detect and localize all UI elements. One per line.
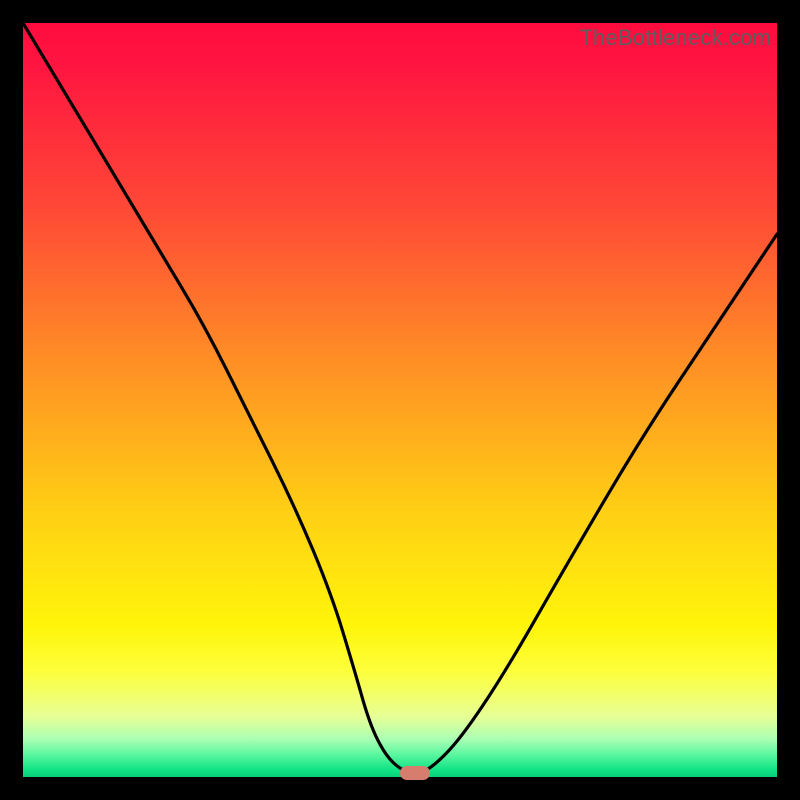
curve-path bbox=[23, 23, 777, 772]
chart-frame: TheBottleneck.com bbox=[0, 0, 800, 800]
optimal-point-marker bbox=[400, 766, 430, 780]
plot-area: TheBottleneck.com bbox=[23, 23, 777, 777]
bottleneck-curve bbox=[23, 23, 777, 777]
